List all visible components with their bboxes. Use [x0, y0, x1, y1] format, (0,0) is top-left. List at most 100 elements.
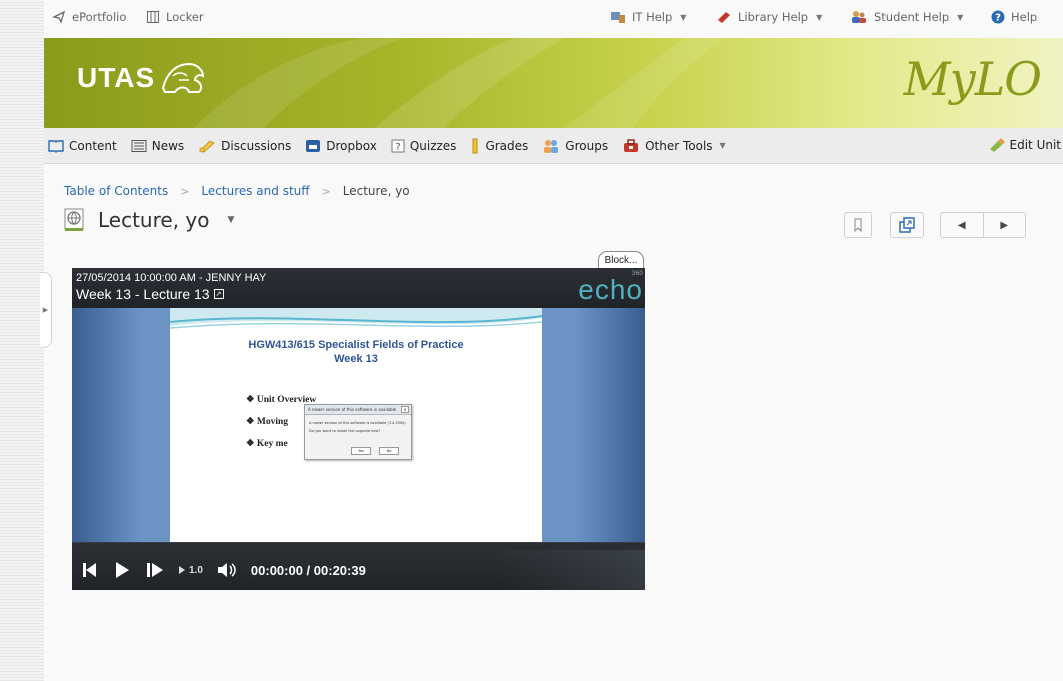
lecture-title-text: Week 13 - Lecture 13	[76, 286, 210, 302]
nav-quizzes[interactable]: ? Quizzes	[391, 138, 457, 153]
timecode: 00:00:00 / 00:20:39	[250, 562, 366, 578]
video-area[interactable]: HGW413/615 Specialist Fields of Practice…	[72, 308, 645, 542]
skip-forward-button[interactable]	[146, 562, 164, 578]
nav-quizzes-label: Quizzes	[409, 138, 457, 153]
title-row: Lecture, yo ▼	[64, 208, 234, 232]
help-icon: ?	[991, 10, 1005, 24]
quiz-icon: ?	[391, 139, 405, 153]
nav-discussions[interactable]: Discussions	[198, 139, 291, 153]
book-icon	[48, 139, 64, 153]
lion-crest-icon	[162, 62, 205, 93]
next-icon: ▶	[1000, 219, 1009, 231]
student-help-label: Student Help	[874, 10, 950, 24]
nav-content[interactable]: Content	[48, 139, 117, 153]
breadcrumb-lectures-and-stuff[interactable]: Lectures and stuff	[201, 184, 309, 198]
nav-news[interactable]: News	[131, 139, 184, 153]
close-icon: x	[401, 406, 409, 413]
groups-icon	[544, 139, 559, 153]
chevron-down-icon: ▼	[680, 12, 687, 22]
slide-title-line1: HGW413/615 Specialist Fields of Practice	[248, 339, 464, 351]
bookmark-button[interactable]	[844, 212, 872, 238]
speed-button[interactable]: 1.0	[178, 565, 203, 576]
update-dialog: A newer version of this software is avai…	[304, 404, 412, 460]
nav-groups[interactable]: Groups	[542, 138, 608, 154]
open-new-window-button[interactable]	[890, 212, 924, 238]
newspaper-icon	[131, 139, 147, 152]
it-help-menu[interactable]: IT Help ▼	[610, 10, 686, 24]
eportfolio-link[interactable]: ePortfolio	[52, 10, 126, 24]
help-label: Help	[1011, 10, 1038, 24]
it-help-label: IT Help	[632, 10, 673, 24]
utas-logo[interactable]: UTAS	[77, 58, 207, 98]
play-button[interactable]	[114, 561, 130, 579]
skip-forward-icon	[147, 563, 163, 577]
locker-link[interactable]: Locker	[146, 10, 204, 24]
update-dialog-title: A newer version of this software is avai…	[305, 405, 411, 415]
edit-unit-button[interactable]: Edit Unit	[988, 137, 1061, 153]
discussion-icon	[199, 139, 216, 153]
chevron-down-icon: ▼	[957, 12, 964, 22]
nav-other-tools-label: Other Tools	[645, 138, 713, 153]
locker-label: Locker	[166, 10, 204, 24]
web-page-icon	[64, 208, 84, 231]
nav-news-label: News	[151, 138, 185, 153]
nav-discussions-label: Discussions	[221, 138, 292, 153]
nav-other-tools[interactable]: Other Tools ▼	[622, 139, 726, 153]
banner: UTAS MyLO	[44, 38, 1063, 128]
playback-speed: 1.0	[189, 564, 203, 576]
student-help-icon	[852, 11, 866, 23]
dialog-no-button: No	[379, 447, 399, 455]
edit-unit-label: Edit Unit	[1009, 138, 1061, 152]
play-icon	[116, 562, 129, 578]
bookmark-icon	[854, 218, 862, 232]
mylo-logo[interactable]: MyLO	[904, 52, 1042, 106]
expand-arrow-icon: ▶	[42, 306, 49, 314]
external-link-icon[interactable]: ↗	[213, 289, 224, 299]
echo360-logo: echo	[578, 274, 643, 305]
thumbnail-strip[interactable]	[497, 550, 645, 590]
nav-dropbox-label: Dropbox	[326, 138, 377, 153]
slide-title-line2: Week 13	[334, 353, 378, 365]
skip-back-button[interactable]	[82, 562, 100, 578]
expand-sidebar-tab[interactable]: ▶	[40, 272, 52, 348]
tools-icon	[624, 138, 639, 152]
student-help-menu[interactable]: Student Help ▼	[850, 10, 963, 24]
nav-grades[interactable]: Grades	[470, 138, 528, 154]
svg-text:?: ?	[995, 13, 1001, 24]
progress-bar[interactable]	[72, 542, 645, 550]
previous-topic-button[interactable]: ◀	[941, 213, 984, 237]
breadcrumb: Table of Contents > Lectures and stuff >…	[64, 184, 410, 198]
page: ePortfolio Locker IT Help ▼ Library Help…	[40, 0, 1063, 681]
title-context-menu-icon[interactable]: ▼	[227, 215, 234, 225]
svg-text:?: ?	[395, 142, 400, 153]
update-dialog-text: A newer version of this software is avai…	[309, 421, 406, 425]
nav-dropbox[interactable]: Dropbox	[305, 139, 377, 153]
library-help-label: Library Help	[738, 10, 809, 24]
volume-button[interactable]	[217, 562, 237, 578]
breadcrumb-table-of-contents[interactable]: Table of Contents	[64, 184, 168, 198]
book-red-icon	[718, 12, 730, 23]
library-help-menu[interactable]: Library Help ▼	[716, 10, 822, 24]
nav-groups-label: Groups	[565, 138, 609, 153]
dialog-yes-button: Yes	[351, 447, 371, 455]
slide-title: HGW413/615 Specialist Fields of Practice…	[170, 338, 542, 366]
update-dialog-question: Do you want to install the upgrade now?	[309, 429, 381, 433]
grades-icon	[472, 138, 478, 153]
locker-icon	[147, 11, 159, 23]
chevron-down-icon: ▼	[719, 141, 726, 150]
slide-bullet: ❖ Moving	[246, 417, 289, 427]
lecture-slide: HGW413/615 Specialist Fields of Practice…	[170, 308, 542, 542]
block-plugin-button[interactable]: Block...	[598, 251, 644, 269]
chevron-down-icon: ▼	[816, 12, 823, 22]
unit-navbar: Content News Discussions Dropbox ? Quizz…	[44, 128, 1063, 164]
dropbox-icon	[306, 139, 321, 152]
skip-back-icon	[83, 563, 96, 577]
topic-navigation-group: ◀ ▶	[940, 212, 1026, 238]
help-link[interactable]: ? Help	[991, 10, 1037, 24]
next-topic-button[interactable]: ▶	[984, 213, 1026, 237]
previous-icon: ◀	[957, 219, 966, 231]
breadcrumb-separator-icon: >	[180, 184, 190, 198]
new-window-icon	[899, 217, 915, 233]
lecture-title[interactable]: Week 13 - Lecture 13 ↗	[76, 286, 224, 302]
update-dialog-title-text: A newer version of this software is avai…	[308, 407, 397, 412]
